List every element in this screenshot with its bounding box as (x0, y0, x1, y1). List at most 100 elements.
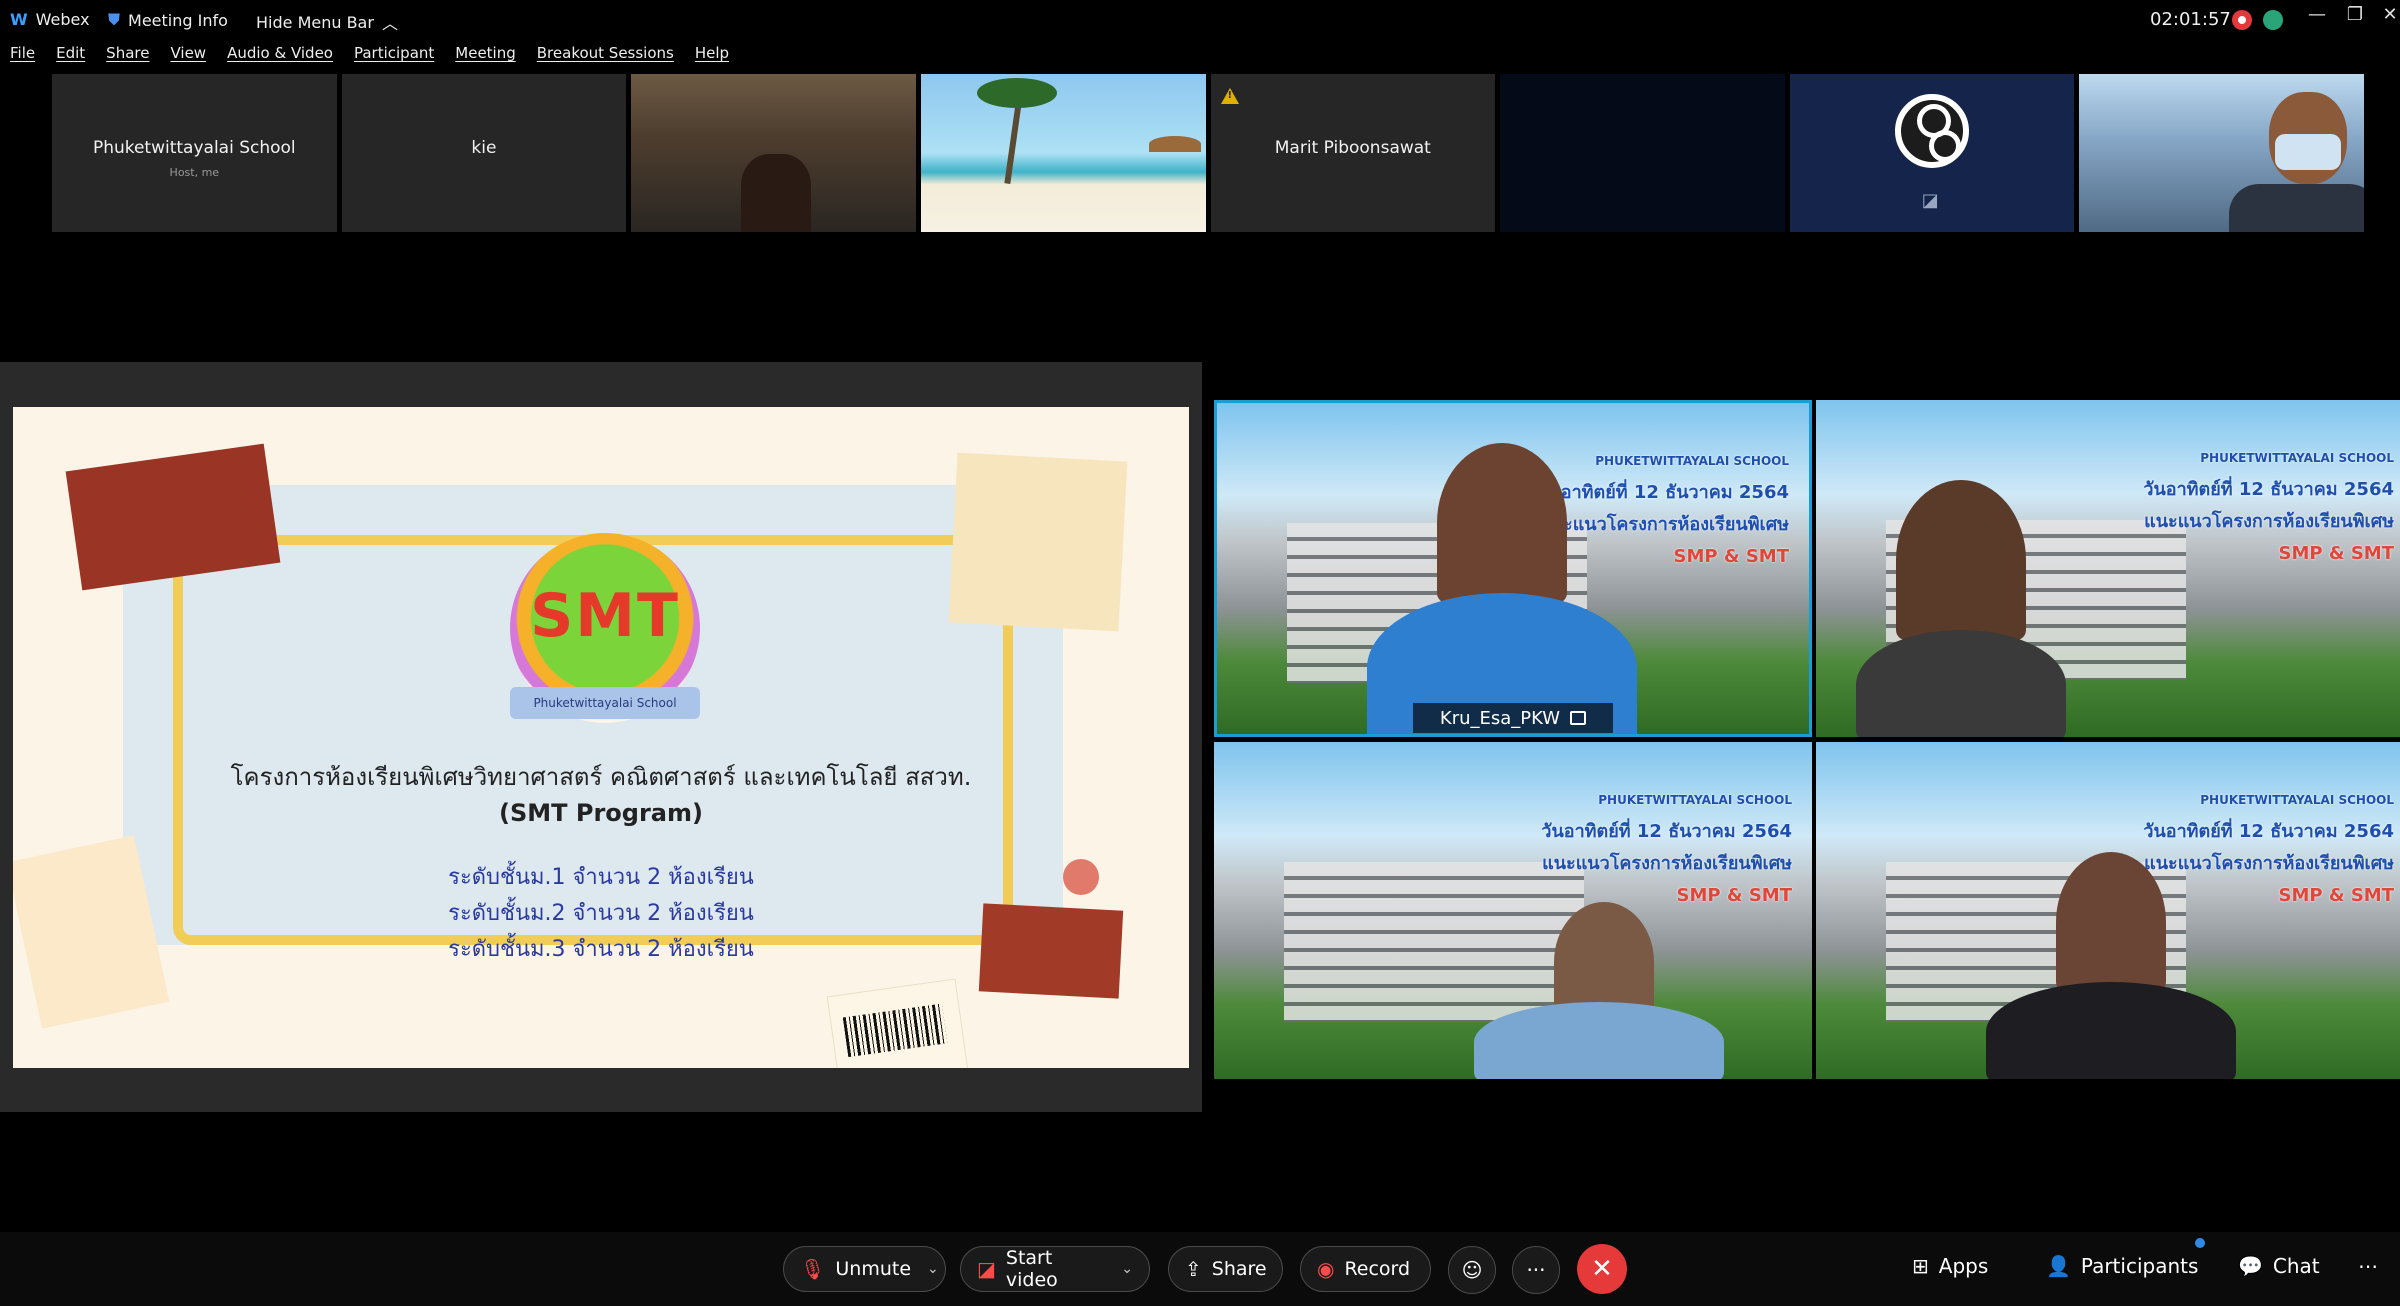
participant-tile-marit[interactable]: Marit Piboonsawat (1210, 74, 1496, 232)
participant-tile-blank[interactable] (1500, 74, 1785, 232)
video-tile-participant-3[interactable]: PHUKETWITTAYALAI SCHOOL วันอาทิตย์ที่ 12… (1214, 742, 1812, 1079)
more-options-button[interactable]: ··· (1512, 1246, 1560, 1294)
banner-date: วันอาทิตย์ที่ 12 ธันวาคม 2564 (1541, 821, 1792, 842)
speaker-head (1437, 443, 1567, 603)
close-icon: ✕ (1591, 1254, 1613, 1284)
participant-tile-obs[interactable]: ◪ (1789, 74, 2075, 232)
participants-label: Participants (2080, 1254, 2199, 1278)
video-banner: PHUKETWITTAYALAI SCHOOL วันอาทิตย์ที่ 12… (2134, 442, 2394, 570)
video-banner: PHUKETWITTAYALAI SCHOOL วันอาทิตย์ที่ 12… (1532, 784, 1792, 912)
chevron-up-icon: ︿ (381, 14, 398, 33)
participant-tile-host[interactable]: Phuketwittayalai School Host, me (52, 74, 337, 232)
meeting-info-label: Meeting Info (128, 10, 228, 30)
banner-school: PHUKETWITTAYALAI SCHOOL (2200, 451, 2394, 465)
participant-head (1896, 480, 2026, 640)
menu-view[interactable]: View (170, 44, 206, 72)
video-tile-participant-2[interactable]: PHUKETWITTAYALAI SCHOOL วันอาทิตย์ที่ 12… (1816, 400, 2400, 737)
banner-guide: แนะแนวโครงการห้องเรียนพิเศษ (1542, 853, 1792, 874)
participant-body (1856, 630, 2066, 737)
participant-name: Phuketwittayalai School (92, 138, 296, 158)
meeting-info-button[interactable]: ⛊ Meeting Info (108, 10, 228, 30)
shield-icon: ⛊ (108, 10, 121, 29)
overflow-menu-button[interactable]: ⋯ (2358, 1254, 2378, 1278)
barcode-icon (842, 1003, 948, 1058)
record-label: Record (1344, 1258, 1411, 1280)
reactions-button[interactable]: ☺ (1448, 1246, 1496, 1294)
chevron-down-icon[interactable]: ⌄ (927, 1261, 939, 1277)
video-tile-active-speaker[interactable]: PHUKETWITTAYALAI SCHOOL วันอาทิตย์ที่ 12… (1214, 400, 1812, 737)
participant-name: Marit Piboonsawat (1274, 138, 1431, 158)
participants-button[interactable]: 👤 Participants (2046, 1254, 2198, 1278)
slide-line: ระดับชั้นม.1 จำนวน 2 ห้องเรียน (448, 865, 754, 890)
webex-logo-icon: W (10, 10, 28, 29)
participant-body (1986, 982, 2236, 1079)
restore-button[interactable]: ❐ (2340, 4, 2370, 25)
sharing-icon (1570, 711, 1587, 725)
participant-role: Host, me (169, 166, 220, 179)
chat-button[interactable]: 💬 Chat (2238, 1254, 2320, 1278)
share-label: Share (1211, 1258, 1267, 1280)
smt-logo-ribbon: Phuketwittayalai School (510, 687, 700, 719)
menu-edit[interactable]: Edit (56, 44, 85, 72)
start-video-label: Start video (1005, 1247, 1058, 1291)
menu-help[interactable]: Help (695, 44, 729, 72)
chevron-down-icon[interactable]: ⌄ (1121, 1261, 1133, 1277)
recording-indicator-icon (2232, 10, 2252, 30)
chat-label: Chat (2272, 1254, 2320, 1278)
banner-program: SMP & SMT (1676, 885, 1792, 906)
participant-strip: Phuketwittayalai School Host, me kie Mar… (52, 74, 2364, 232)
participant-tile-masked-video[interactable] (2079, 74, 2364, 232)
title-bar: W Webex ⛊ Meeting Info Hide Menu Bar ︿ 0… (0, 0, 2400, 40)
app-name: Webex (35, 10, 90, 29)
participant-tile-beach-video[interactable] (920, 74, 1206, 232)
close-window-button[interactable]: ✕ (2375, 4, 2400, 25)
network-signal-icon (2263, 10, 2283, 30)
sticky-note-yellow (948, 452, 1128, 632)
start-video-button[interactable]: ◪ Start video ⌄ (960, 1246, 1150, 1292)
speaker-name: Kru_Esa_PKW (1439, 707, 1561, 729)
banner-date: วันอาทิตย์ที่ 12 ธันวาคม 2564 (2143, 821, 2394, 842)
video-banner: PHUKETWITTAYALAI SCHOOL วันอาทิตย์ที่ 12… (1529, 445, 1789, 573)
banner-program: SMP & SMT (1673, 546, 1789, 567)
apps-button[interactable]: ⊞ Apps (1912, 1254, 1988, 1278)
banner-date: วันอาทิตย์ที่ 12 ธันวาคม 2564 (1538, 482, 1789, 503)
menu-bar: File Edit Share View Audio & Video Parti… (0, 44, 750, 72)
video-banner: PHUKETWITTAYALAI SCHOOL วันอาทิตย์ที่ 12… (2134, 784, 2394, 912)
share-screen-icon: ⇪ (1185, 1257, 1202, 1281)
leave-meeting-button[interactable]: ✕ (1577, 1244, 1627, 1294)
menu-file[interactable]: File (10, 44, 35, 72)
participant-tile-kie[interactable]: kie (341, 74, 627, 232)
minimize-button[interactable]: — (2302, 4, 2332, 25)
ellipsis-icon: ⋯ (2358, 1254, 2378, 1278)
control-bar: 🎙 Unmute ⌄ ◪ Start video ⌄ ⇪ Share ◉ Rec… (0, 1232, 2400, 1306)
beach-umbrella (1148, 136, 1201, 152)
smt-logo-text: SMT (530, 581, 680, 651)
participant-tile-video[interactable] (631, 74, 916, 232)
menu-participant[interactable]: Participant (354, 44, 434, 72)
slide-title: โครงการห้องเรียนพิเศษวิทยาศาสตร์ คณิตศาส… (230, 763, 972, 791)
palm-tree-leaves (976, 78, 1057, 108)
obs-logo-icon (1894, 94, 1969, 168)
record-icon: ◉ (1317, 1257, 1335, 1281)
menu-share[interactable]: Share (106, 44, 149, 72)
participant-head (2056, 852, 2166, 992)
banner-guide: แนะแนวโครงการห้องเรียนพิเศษ (1539, 514, 1789, 535)
menu-audio-video[interactable]: Audio & Video (227, 44, 333, 72)
share-button[interactable]: ⇪ Share (1168, 1246, 1283, 1292)
banner-school: PHUKETWITTAYALAI SCHOOL (1598, 793, 1792, 807)
record-button[interactable]: ◉ Record (1300, 1246, 1431, 1292)
slide-line: ระดับชั้นม.2 จำนวน 2 ห้องเรียน (448, 901, 754, 926)
hide-menu-label: Hide Menu Bar (256, 12, 374, 32)
participant-body (1474, 1002, 1724, 1079)
hide-menu-bar-button[interactable]: Hide Menu Bar ︿ (256, 10, 398, 34)
smiley-icon: ☺ (1461, 1258, 1483, 1282)
barcode-card (826, 978, 970, 1068)
speaker-name-label: Kru_Esa_PKW (1413, 703, 1613, 733)
menu-breakout-sessions[interactable]: Breakout Sessions (537, 44, 674, 72)
banner-school: PHUKETWITTAYALAI SCHOOL (1595, 454, 1789, 468)
video-off-icon: ◪ (1921, 190, 1939, 211)
menu-meeting[interactable]: Meeting (455, 44, 515, 72)
mic-muted-icon: 🎙 (800, 1257, 826, 1281)
unmute-button[interactable]: 🎙 Unmute ⌄ (783, 1246, 946, 1292)
video-tile-participant-4[interactable]: PHUKETWITTAYALAI SCHOOL วันอาทิตย์ที่ 12… (1816, 742, 2400, 1079)
